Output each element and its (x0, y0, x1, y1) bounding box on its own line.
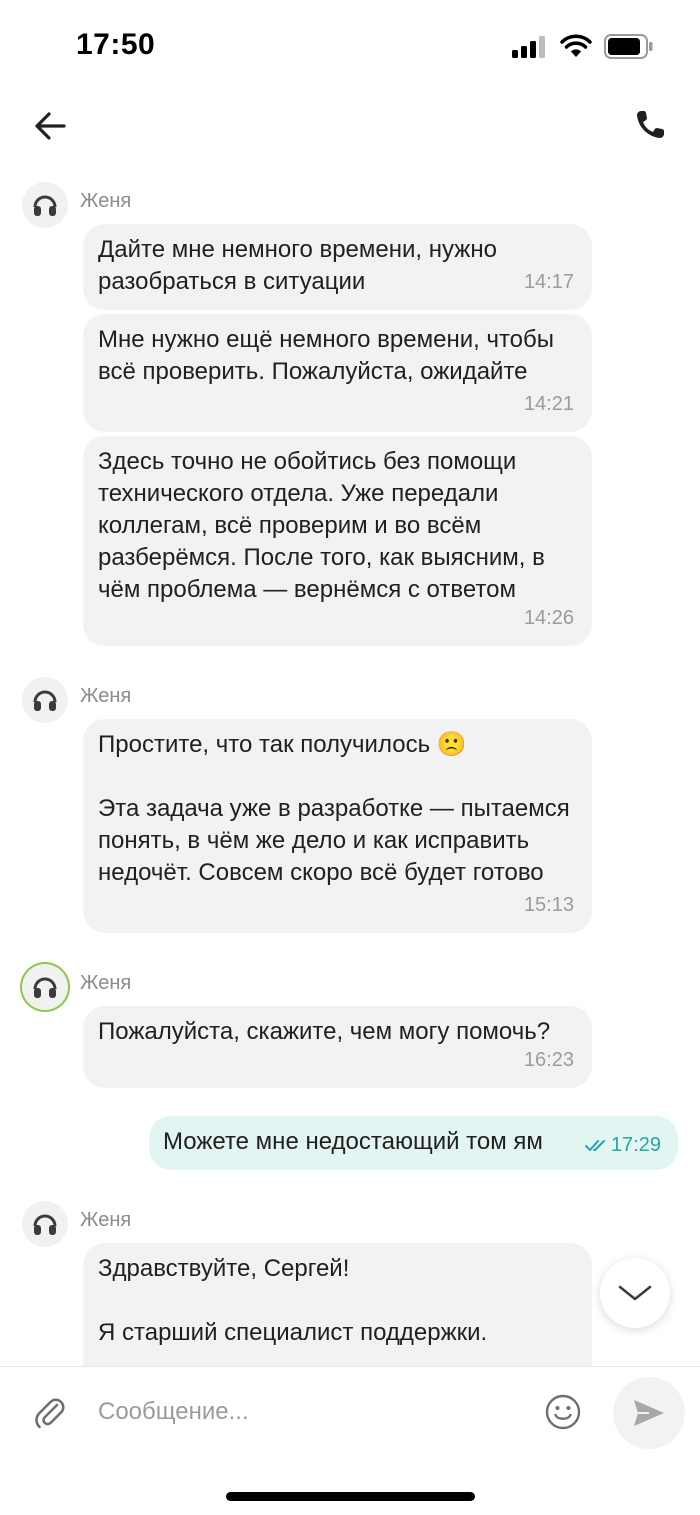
double-check-icon (584, 1140, 605, 1151)
message-text: Можете мне недостающий том ям (163, 1128, 543, 1155)
message-text: Здравствуйте, Сергей! Я старший специали… (98, 1255, 488, 1346)
message-status: 17:29 (584, 1129, 661, 1161)
message-text: Пожалуйста, скажите, чем могу помочь? (98, 1018, 551, 1045)
headset-icon (33, 977, 57, 998)
message-list[interactable]: Женя Дайте мне немного времени, нужно ра… (0, 160, 700, 1366)
incoming-message[interactable]: Пожалуйста, скажите, чем могу помочь? 16… (83, 1006, 592, 1088)
sender-name: Женя (80, 685, 132, 707)
message-text: Мне нужно ещё немного времени, чтобы всё… (98, 326, 555, 385)
incoming-message[interactable]: Мне нужно ещё немного времени, чтобы всё… (83, 314, 592, 432)
emoji-button[interactable] (544, 1393, 582, 1431)
incoming-message[interactable]: Здесь точно не обойтись без помощи техни… (83, 436, 592, 646)
support-avatar (22, 1201, 68, 1247)
battery-icon (604, 34, 653, 59)
message-time: 14:26 (523, 607, 574, 629)
message-time: 14:21 (523, 393, 574, 415)
status-bar: 17:50 (0, 0, 700, 95)
message-text: Здесь точно не обойтись без помощи техни… (98, 448, 545, 603)
send-button[interactable] (613, 1377, 685, 1449)
message-composer (0, 1366, 700, 1515)
message-time: 14:17 (523, 271, 574, 293)
message-time: 17:29 (610, 1134, 661, 1156)
sender-name: Женя (80, 972, 132, 994)
chevron-down-icon (618, 1285, 652, 1301)
cellular-signal-icon (512, 36, 545, 58)
outgoing-message[interactable]: Можете мне недостающий том ям 17:29 (149, 1116, 678, 1170)
attach-button[interactable] (30, 1393, 70, 1433)
back-button[interactable] (30, 105, 72, 147)
home-indicator (226, 1492, 475, 1501)
headset-icon (33, 195, 57, 216)
incoming-message[interactable]: Здравствуйте, Сергей! Я старший специали… (83, 1243, 592, 1366)
message-input[interactable] (98, 1389, 528, 1435)
send-icon (634, 1400, 664, 1426)
scroll-down-button[interactable] (600, 1258, 670, 1328)
headset-icon (33, 690, 57, 711)
support-avatar-online (22, 964, 68, 1010)
chat-header (0, 95, 700, 155)
sender-name: Женя (80, 190, 132, 212)
sender-name: Женя (80, 1209, 132, 1231)
incoming-message[interactable]: Дайте мне немного времени, нужно разобра… (83, 224, 592, 310)
wifi-icon (560, 34, 592, 57)
status-time: 17:50 (76, 28, 156, 61)
support-avatar (22, 182, 68, 228)
incoming-message[interactable]: Простите, что так получилось 🙁 Эта задач… (83, 719, 592, 933)
message-text: Простите, что так получилось 🙁 Эта задач… (98, 731, 570, 886)
message-time: 15:13 (523, 894, 574, 916)
call-button[interactable] (630, 105, 670, 145)
headset-icon (33, 1214, 57, 1235)
message-text: Дайте мне немного времени, нужно разобра… (98, 236, 497, 295)
support-avatar (22, 677, 68, 723)
message-time: 16:23 (523, 1049, 574, 1071)
